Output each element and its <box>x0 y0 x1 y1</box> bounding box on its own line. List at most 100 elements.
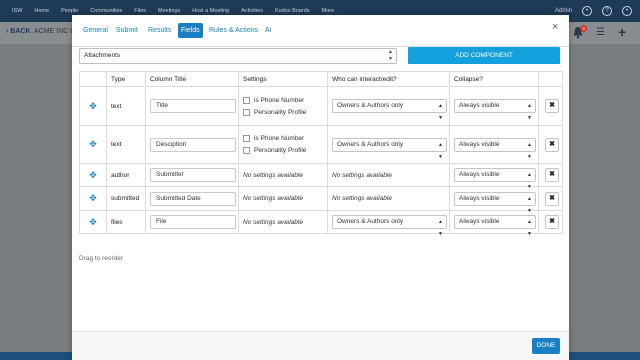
nav-more[interactable]: More <box>322 8 335 14</box>
remove-field-button[interactable]: ✖ <box>545 99 559 113</box>
title-cell: Title <box>145 86 239 126</box>
phone-number-label: is Phone Number <box>254 96 305 104</box>
title-cell: Submitted Date <box>145 186 239 211</box>
collapse-cell: Always visible ▲ ▼ <box>449 86 539 126</box>
header-collapse: Collapse? <box>449 71 539 87</box>
tab-results[interactable]: Results <box>145 23 174 38</box>
phone-number-checkbox[interactable] <box>243 96 250 104</box>
remove-cell: ✖ <box>538 210 563 234</box>
nav-people[interactable]: People <box>61 8 78 14</box>
who-cell: Owners & Authors only ▲ ▼ <box>327 86 450 126</box>
nav-isw[interactable]: ISW <box>12 8 22 14</box>
plus-icon[interactable]: + <box>618 24 626 40</box>
back-link[interactable]: ‹ BACK <box>6 28 31 35</box>
field-type: author <box>106 163 146 187</box>
column-title-input[interactable]: Submitter <box>150 168 236 182</box>
collapse-select[interactable]: Always visible ▲ ▼ <box>454 168 536 190</box>
remove-field-button[interactable]: ✖ <box>545 168 559 182</box>
drag-handle-icon[interactable]: ✥ <box>79 125 107 164</box>
collapse-select[interactable]: Always visible ▲ ▼ <box>454 215 536 237</box>
who-select[interactable]: Owners & Authors only ▲ ▼ <box>332 215 447 237</box>
remove-field-button[interactable]: ✖ <box>545 137 559 152</box>
notification-badge: 3 <box>580 25 587 32</box>
settings-cell: is Phone Number Personality Profile <box>238 125 328 164</box>
column-title-input[interactable]: Submitted Date <box>150 191 236 206</box>
field-type: files <box>106 210 146 234</box>
remove-cell: ✖ <box>538 163 563 187</box>
menu-icon[interactable]: ☰ <box>596 27 605 38</box>
column-title-input[interactable]: Title <box>150 99 236 113</box>
reorder-hint: Drag to reorder <box>79 255 124 262</box>
who-select[interactable]: Owners & Authors only ▲ ▼ <box>332 99 447 121</box>
settings-cell: is Phone Number Personality Profile <box>238 86 328 126</box>
remove-cell: ✖ <box>538 186 563 211</box>
title-cell: Submitter <box>145 163 239 187</box>
column-title-input[interactable]: File <box>150 215 236 229</box>
nav-kudos-boards[interactable]: Kudos Boards <box>275 8 310 14</box>
collapse-select[interactable]: Always visible ▲ ▼ <box>454 191 536 214</box>
tab-submit[interactable]: Submit <box>113 23 141 38</box>
nav-communities[interactable]: Communities <box>90 8 122 14</box>
drag-handle-icon[interactable]: ✥ <box>79 86 107 126</box>
personality-profile-option[interactable]: Personality Profile <box>243 106 327 118</box>
collapse-select-value: Always visible <box>459 102 500 109</box>
column-title-input[interactable]: Desciption <box>150 137 236 152</box>
phone-number-option[interactable]: is Phone Number <box>243 94 327 106</box>
updown-arrows-icon: ▲ ▼ <box>438 103 443 121</box>
remove-field-button[interactable]: ✖ <box>545 215 559 229</box>
drag-handle-icon[interactable]: ✥ <box>79 210 107 234</box>
updown-arrows-icon: ▲ ▼ <box>527 219 532 237</box>
who-select-value: Owners & Authors only <box>337 218 404 225</box>
avatar[interactable]: • <box>622 6 632 16</box>
title-cell: File <box>145 210 239 234</box>
nav-host-meeting[interactable]: Host a Meeting <box>192 8 229 14</box>
nav-files[interactable]: Files <box>134 8 146 14</box>
add-component-button[interactable]: ADD COMPONENT <box>408 47 560 64</box>
table-row: ✥ files File No settings available Owner… <box>79 210 563 237</box>
who-cell: Owners & Authors only ▲ ▼ <box>327 210 450 237</box>
who-select[interactable]: Owners & Authors only ▲ ▼ <box>332 137 447 160</box>
updown-arrows-icon: ▲ ▼ <box>527 172 532 190</box>
remove-cell: ✖ <box>538 86 563 126</box>
nav-activities[interactable]: Activities <box>241 8 263 14</box>
modal-footer: DONE <box>72 331 569 360</box>
settings-cell: No settings available <box>238 163 328 187</box>
personality-profile-checkbox[interactable] <box>243 147 250 154</box>
tab-fields[interactable]: Fields <box>178 23 203 38</box>
tab-ai[interactable]: AI <box>262 23 275 38</box>
updown-arrows-icon: ▲ ▼ <box>388 49 393 62</box>
collapse-select[interactable]: Always visible ▲ ▼ <box>454 99 536 121</box>
updown-arrows-icon: ▲ ▼ <box>527 103 532 121</box>
settings-cell: No settings available <box>238 210 328 234</box>
phone-number-option[interactable]: is Phone Number <box>243 133 327 145</box>
close-icon[interactable]: × <box>552 21 558 33</box>
phone-number-checkbox[interactable] <box>243 135 250 142</box>
drag-handle-icon[interactable]: ✥ <box>79 163 107 187</box>
personality-profile-option[interactable]: Personality Profile <box>243 145 327 157</box>
who-select-value: Owners & Authors only <box>337 102 404 109</box>
tab-general[interactable]: General <box>80 23 111 38</box>
user-name[interactable]: Admin <box>555 8 572 14</box>
personality-profile-label: Personality Profile <box>254 147 307 154</box>
help-icon[interactable]: ? <box>602 6 612 16</box>
personality-profile-checkbox[interactable] <box>243 108 250 116</box>
bulb-icon[interactable]: • <box>582 6 592 16</box>
header-column-title: Column Title <box>145 71 239 87</box>
nav-meetings[interactable]: Meetings <box>158 8 180 14</box>
collapse-cell: Always visible ▲ ▼ <box>449 125 539 164</box>
table-row: ✥ author Submitter No settings available… <box>79 163 563 190</box>
attachments-select[interactable]: Attachments ▲ ▼ <box>79 48 397 64</box>
table-row: ✥ text Title is Phone Number Personality… <box>79 86 563 126</box>
drag-handle-icon[interactable]: ✥ <box>79 186 107 211</box>
remove-field-button[interactable]: ✖ <box>545 191 559 206</box>
collapse-select-value: Always visible <box>459 218 500 225</box>
header-remove <box>538 71 563 87</box>
table-row: ✥ text Desciption is Phone Number Person… <box>79 125 563 164</box>
collapse-select[interactable]: Always visible ▲ ▼ <box>454 137 536 160</box>
collapse-cell: Always visible ▲ ▼ <box>449 210 539 237</box>
fields-modal: General Submit Results Fields Rules & Ac… <box>72 15 569 360</box>
tab-rules-actions[interactable]: Rules & Actions <box>206 23 261 38</box>
nav-home[interactable]: Home <box>34 8 49 14</box>
updown-arrows-icon: ▲ ▼ <box>438 141 443 160</box>
done-button[interactable]: DONE <box>532 338 560 354</box>
